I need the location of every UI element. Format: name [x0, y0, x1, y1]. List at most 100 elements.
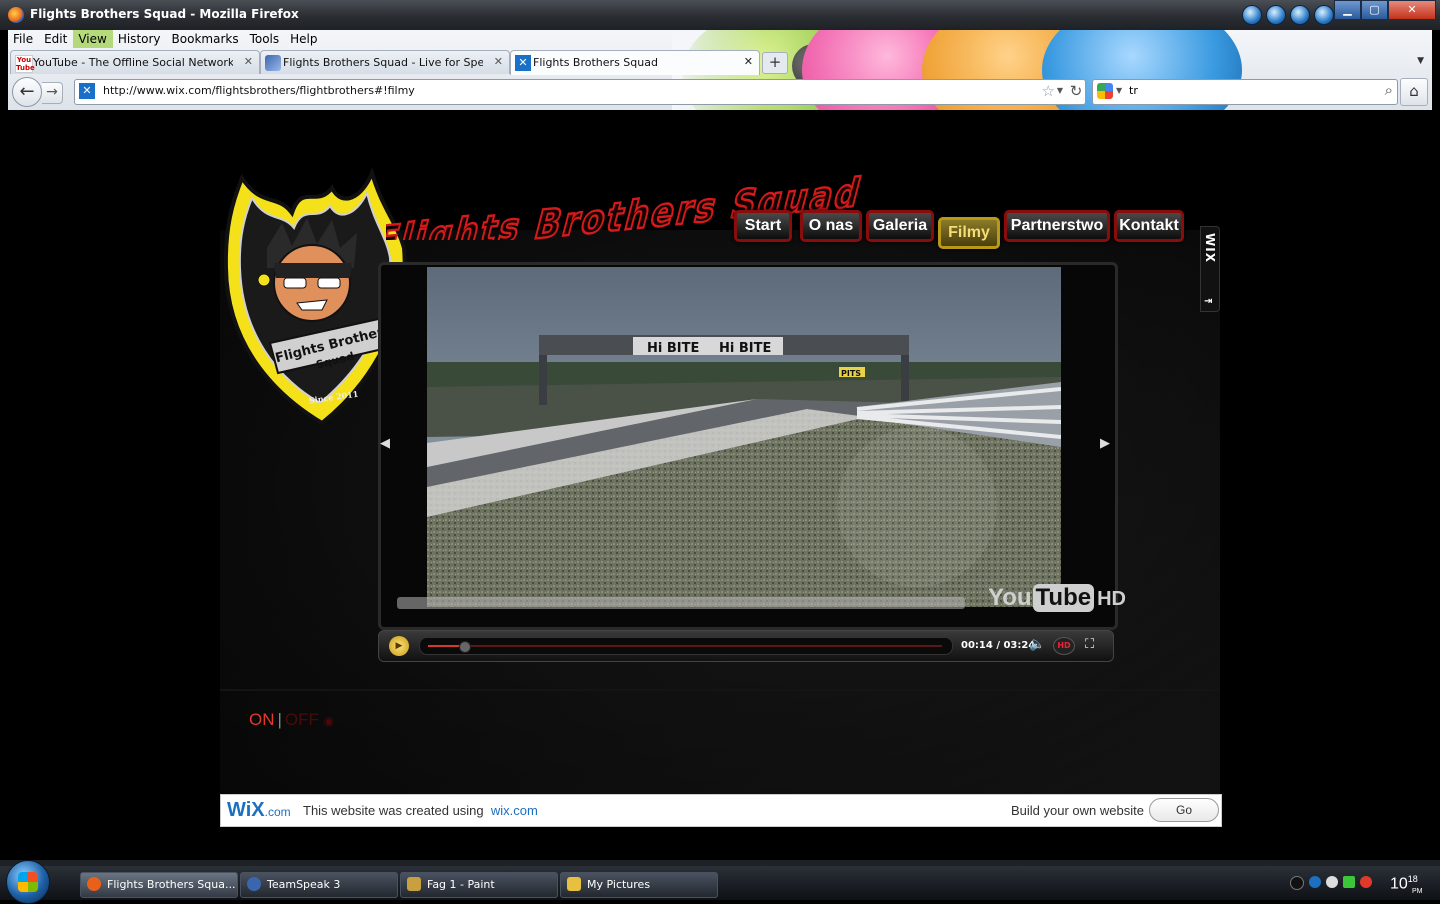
clock-minute: 18: [1407, 874, 1418, 884]
menu-help[interactable]: Help: [285, 30, 323, 48]
search-bar[interactable]: ▼ tr ⌕: [1092, 79, 1398, 105]
tab-label: YouTube - The Offline Social Network (H.…: [33, 56, 233, 69]
window-controls: ▁ ▢ ✕: [1334, 0, 1436, 20]
tab-flights-brothers[interactable]: ✕ Flights Brothers Squad ✕: [510, 50, 760, 75]
speaker-icon: ◉: [323, 714, 335, 728]
tray-alert-icon[interactable]: [1360, 876, 1372, 888]
new-tab-button[interactable]: +: [762, 52, 788, 74]
video-controls: ▶ 00:14 / 03:24 🔈 HD ⛶: [378, 630, 1114, 662]
bookmark-star-icon[interactable]: ☆: [1042, 82, 1055, 100]
clock-hour: 10: [1390, 875, 1408, 893]
brand-text: Flights Brothers Squad: [386, 169, 868, 240]
seek-bar[interactable]: [419, 637, 953, 655]
close-window-button[interactable]: ✕: [1388, 0, 1436, 20]
site-identity-icon[interactable]: ✕: [79, 83, 95, 99]
hd-toggle-button[interactable]: HD: [1053, 637, 1075, 655]
taskbar-clock[interactable]: 1018 PM: [1390, 874, 1423, 895]
menu-view[interactable]: View: [73, 30, 113, 48]
volume-icon[interactable]: 🔈: [1029, 637, 1045, 652]
taskbar-item-paint[interactable]: Fag 1 - Paint: [400, 872, 558, 898]
go-button[interactable]: Go: [1149, 798, 1219, 822]
addon-orb-icon[interactable]: [1266, 5, 1286, 25]
tray-signal-icon[interactable]: [1343, 876, 1355, 888]
home-button[interactable]: ⌂: [1400, 78, 1428, 106]
nav-start[interactable]: Start: [734, 210, 792, 242]
taskbar-item-my-pictures[interactable]: My Pictures: [560, 872, 718, 898]
engine-dropdown-icon[interactable]: ▼: [1116, 86, 1122, 95]
tab-label: Flights Brothers Squad - Live for Speed: [283, 56, 483, 69]
search-magnifier-icon[interactable]: ⌕: [1385, 81, 1393, 99]
menu-bar: File Edit View History Bookmarks Tools H…: [8, 30, 324, 48]
addon-orb-icon[interactable]: [1314, 5, 1334, 25]
addon-orb-icon[interactable]: [1290, 5, 1310, 25]
youtube-hd-watermark[interactable]: You Tube HD: [988, 584, 1126, 612]
wix-logo[interactable]: WiX.com: [227, 799, 291, 822]
menu-history[interactable]: History: [113, 30, 167, 48]
nav-galeria[interactable]: Galeria: [866, 210, 934, 242]
navigation-toolbar: ← → ✕ http://www.wix.com/flightsbrothers…: [8, 74, 1432, 110]
nav-partnerstwo[interactable]: Partnerstwo: [1004, 210, 1110, 242]
wix-link[interactable]: wix.com: [491, 803, 538, 818]
music-toggle: ON | OFF ◉: [249, 710, 334, 730]
reload-icon[interactable]: ↻: [1066, 79, 1086, 103]
start-button[interactable]: [6, 860, 50, 904]
music-separator: |: [277, 710, 282, 729]
browser-chrome: File Edit View History Bookmarks Tools H…: [8, 30, 1432, 110]
window-title: Flights Brothers Squad - Mozilla Firefox: [30, 7, 299, 21]
play-button[interactable]: ▶: [389, 636, 409, 656]
billboard-right: Hi BITE: [719, 341, 771, 356]
windows-taskbar: Flights Brothers Squa... TeamSpeak 3 Fag…: [0, 860, 1440, 904]
forward-button[interactable]: →: [42, 82, 63, 104]
menu-bookmarks[interactable]: Bookmarks: [167, 30, 245, 48]
video-time: 00:14 / 03:24: [961, 640, 1036, 651]
maximize-button[interactable]: ▢: [1361, 0, 1388, 20]
tray-app-icon[interactable]: [1309, 876, 1321, 888]
seek-handle[interactable]: [458, 641, 471, 653]
next-video-arrow-icon[interactable]: ▶: [1100, 436, 1110, 451]
nav-filmy[interactable]: Filmy: [938, 217, 1000, 249]
url-bar[interactable]: ✕ http://www.wix.com/flightsbrothers/fli…: [74, 79, 1086, 105]
race-track-scene: Hi BITE Hi BITE PITS: [427, 267, 1061, 607]
titlebar-addon-buttons: [1242, 5, 1334, 25]
lfs-icon: [265, 55, 281, 71]
taskbar-item-teamspeak[interactable]: TeamSpeak 3: [240, 872, 398, 898]
close-tab-icon[interactable]: ✕: [244, 55, 253, 68]
prev-video-arrow-icon[interactable]: ◀: [380, 436, 390, 451]
google-engine-icon[interactable]: [1097, 83, 1113, 99]
build-your-own-text: Build your own website: [1011, 803, 1144, 818]
window-titlebar[interactable]: Flights Brothers Squad - Mozilla Firefox…: [0, 0, 1440, 30]
history-dropdown-icon[interactable]: ▼: [1057, 86, 1063, 95]
tray-arrow-icon[interactable]: [1290, 876, 1304, 890]
fullscreen-icon[interactable]: ⛶: [1085, 637, 1094, 652]
youtube-icon: You Tube: [15, 55, 35, 73]
wix-promo-banner: WiX.com This website was created using w…: [220, 794, 1222, 827]
minimize-button[interactable]: ▁: [1334, 0, 1361, 20]
close-tab-icon[interactable]: ✕: [744, 55, 753, 68]
nav-kontakt[interactable]: Kontakt: [1114, 210, 1184, 242]
music-off-button[interactable]: OFF: [285, 710, 319, 729]
wix-tab-label: WIX: [1203, 233, 1217, 263]
tab-lfs[interactable]: Flights Brothers Squad - Live for Speed …: [260, 50, 510, 74]
firefox-icon: [8, 7, 24, 23]
seek-track: [428, 645, 942, 647]
url-text: http://www.wix.com/flightsbrothers/fligh…: [103, 84, 415, 97]
menu-file[interactable]: File: [8, 30, 39, 48]
tab-youtube[interactable]: You Tube YouTube - The Offline Social Net…: [10, 50, 260, 74]
back-button[interactable]: ←: [12, 77, 42, 107]
taskbar-item-firefox[interactable]: Flights Brothers Squa...: [80, 872, 238, 898]
wix-side-tab[interactable]: WIX ⇥: [1200, 226, 1220, 312]
close-tab-icon[interactable]: ✕: [494, 55, 503, 68]
video-frame-image[interactable]: Hi BITE Hi BITE PITS: [427, 267, 1061, 607]
clock-ampm: PM: [1412, 888, 1423, 895]
menu-tools[interactable]: Tools: [245, 30, 286, 48]
addon-orb-icon[interactable]: [1242, 5, 1262, 25]
teamspeak-icon: [247, 877, 261, 891]
music-on-button[interactable]: ON: [249, 710, 275, 729]
list-all-tabs-icon[interactable]: ▼: [1417, 56, 1424, 66]
tray-network-icon[interactable]: [1326, 876, 1338, 888]
youtube-hd: HD: [1097, 588, 1126, 610]
wix-logo-text: WiX: [227, 799, 265, 821]
menu-edit[interactable]: Edit: [39, 30, 73, 48]
search-input[interactable]: tr: [1129, 84, 1138, 97]
nav-o-nas[interactable]: O nas: [800, 210, 862, 242]
